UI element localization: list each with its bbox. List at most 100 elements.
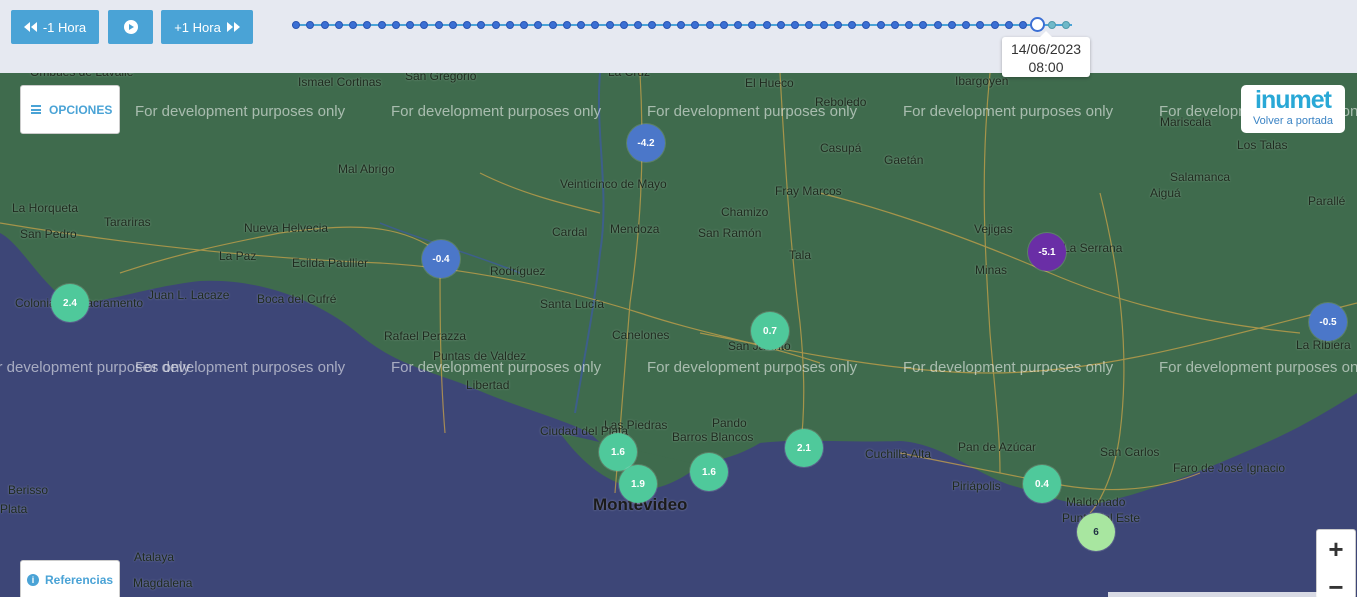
previous-hour-button[interactable]: -1 Hora [11,10,99,44]
time-step-dot[interactable] [890,21,899,29]
time-step-dot[interactable] [634,21,643,29]
time-step-dot[interactable] [905,21,914,29]
time-step-dot[interactable] [947,21,956,29]
time-step-dot[interactable] [819,21,828,29]
temperature-marker[interactable]: 1.9 [619,465,657,503]
time-step-dot[interactable] [876,21,885,29]
time-step-dot[interactable] [762,21,771,29]
options-button[interactable]: OPCIONES [20,85,120,134]
next-hour-label: +1 Hora [174,19,221,35]
time-step-dot[interactable] [292,21,300,29]
time-step-dot[interactable] [791,21,800,29]
place-label: Pando [712,416,747,430]
place-label: Chamizo [721,205,769,219]
time-step-dot[interactable] [463,21,472,29]
place-label: Salamanca [1170,170,1231,184]
time-step-dot[interactable] [862,21,871,29]
time-step-dot[interactable] [605,21,614,29]
time-step-dot[interactable] [648,21,657,29]
place-label: Plata [0,502,28,516]
temperature-marker[interactable]: -5.1 [1028,233,1066,271]
temperature-marker[interactable]: 2.4 [51,284,89,322]
time-step-dot[interactable] [705,21,714,29]
time-step-dot[interactable] [349,21,358,29]
time-step-dot[interactable] [406,21,415,29]
time-step-dot[interactable] [1004,21,1013,29]
time-step-dot[interactable] [320,21,329,29]
temperature-marker[interactable]: -0.4 [422,240,460,278]
temperature-marker[interactable]: -4.2 [627,124,665,162]
place-label: Cuchilla Alta [865,447,932,461]
time-step-dot[interactable] [1047,21,1056,29]
time-step-dot[interactable] [363,21,372,29]
temperature-marker[interactable]: -0.5 [1309,303,1347,341]
time-step-dot[interactable] [562,21,571,29]
time-step-dot[interactable] [619,21,628,29]
temperature-marker[interactable]: 6 [1077,513,1115,551]
temperature-marker[interactable]: 0.4 [1023,465,1061,503]
place-label: Ismael Cortinas [298,75,382,89]
place-label: San Carlos [1100,445,1160,459]
time-step-dot[interactable] [719,21,728,29]
time-step-dot[interactable] [848,21,857,29]
map-basemap [0,73,1357,597]
inumet-logo[interactable]: inumet Volver a portada [1241,85,1345,133]
time-step-dot[interactable] [691,21,700,29]
time-step-dot[interactable] [591,21,600,29]
fast-forward-icon [226,22,240,32]
time-step-dot[interactable] [962,21,971,29]
time-slider-handle[interactable] [1030,17,1046,32]
place-label: Casupá [820,141,862,155]
time-step-dot[interactable] [534,21,543,29]
place-label: Ombúes de Lavalle [30,73,133,79]
time-step-dot[interactable] [976,21,985,29]
time-step-dot[interactable] [805,21,814,29]
time-step-dot[interactable] [677,21,685,29]
watermark-text: For development purposes only [391,103,602,120]
back-to-home-link[interactable]: Volver a portada [1241,115,1345,127]
place-label: Mal Abrigo [338,162,395,176]
time-step-dot[interactable] [1019,21,1028,29]
temperature-marker[interactable]: 2.1 [785,429,823,467]
zoom-control: + − [1316,529,1356,597]
zoom-out-button[interactable]: − [1317,568,1355,597]
time-step-dot[interactable] [1062,21,1070,29]
time-step-dot[interactable] [520,21,529,29]
place-label: Libertad [466,378,510,392]
time-step-dot[interactable] [776,21,785,29]
play-button[interactable] [108,10,153,44]
place-label: Reboledo [815,95,867,109]
time-step-dot[interactable] [548,21,557,29]
time-step-dot[interactable] [334,21,343,29]
time-step-dot[interactable] [990,21,999,29]
temperature-marker[interactable]: 1.6 [690,453,728,491]
references-button[interactable]: i Referencias [20,560,120,597]
watermark-text: For development purposes only [1159,359,1357,376]
time-step-dot[interactable] [491,21,500,29]
time-step-dot[interactable] [577,21,586,29]
place-label: Faro de José Ignacio [1173,461,1286,475]
time-step-dot[interactable] [477,21,486,29]
zoom-in-button[interactable]: + [1317,530,1355,568]
time-step-dot[interactable] [505,21,514,29]
time-slider[interactable] [292,17,1072,32]
time-step-dot[interactable] [420,21,429,29]
time-step-dot[interactable] [933,21,942,29]
time-step-dot[interactable] [306,21,315,29]
place-label: Boca del Cufré [257,292,337,306]
next-hour-button[interactable]: +1 Hora [161,10,253,44]
time-step-dot[interactable] [748,21,757,29]
place-label: Mendoza [610,222,660,236]
watermark-text: For development purposes only [903,103,1114,120]
map[interactable]: For development purposes only For develop… [0,73,1357,597]
time-step-dot[interactable] [391,21,400,29]
time-step-dot[interactable] [833,21,842,29]
time-step-dot[interactable] [734,21,743,29]
time-step-dot[interactable] [448,21,457,29]
place-label: Parallé [1308,194,1346,208]
temperature-marker[interactable]: 0.7 [751,312,789,350]
time-step-dot[interactable] [434,21,443,29]
time-step-dot[interactable] [919,21,928,29]
time-step-dot[interactable] [377,21,386,29]
time-step-dot[interactable] [662,21,671,29]
